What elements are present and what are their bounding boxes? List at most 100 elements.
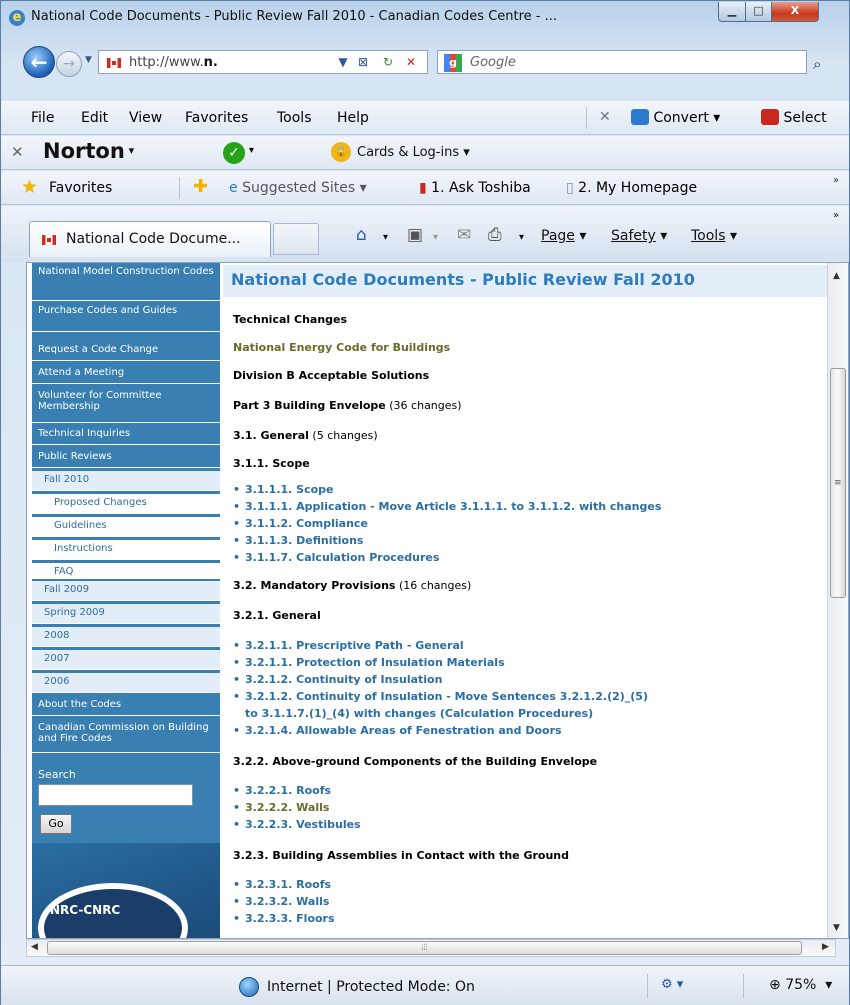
close-toolbar-icon[interactable]: ✕ [599, 109, 611, 125]
maximize-button[interactable]: □ [745, 2, 772, 22]
sidebar-item-fall-2010[interactable]: Fall 2010 [32, 471, 220, 491]
security-settings-icon[interactable]: ⚙ ▾ [661, 977, 683, 992]
sidebar-item-purchase-codes[interactable]: Purchase Codes and Guides [32, 302, 220, 332]
tools-menu[interactable]: Tools ▾ [691, 228, 737, 244]
tab-national-code[interactable]: National Code Docume... [29, 221, 271, 257]
sidebar-item-request-change[interactable]: Request a Code Change [32, 341, 220, 361]
close-button[interactable]: X [771, 2, 819, 22]
stop-icon[interactable]: ✕ [402, 53, 420, 71]
forward-arrow-icon[interactable]: → [56, 51, 82, 77]
back-arrow-icon[interactable]: ← [23, 46, 55, 78]
feeds-icon[interactable]: ▣ [407, 225, 423, 245]
url-dropdown-icon[interactable]: ▼ [334, 53, 352, 71]
sidebar-item-spring-2009[interactable]: Spring 2009 [32, 604, 220, 624]
scroll-down-icon[interactable]: ▼ [833, 923, 840, 933]
sidebar-item-volunteer[interactable]: Volunteer for Committee Membership [32, 387, 220, 423]
part3-heading: Part 3 Building Envelope (36 changes) [233, 399, 462, 412]
sidebar-item-guidelines[interactable]: Guidelines [32, 517, 220, 537]
nav-history-dropdown-icon[interactable]: ▼ [85, 55, 92, 65]
sidebar-item-about-codes[interactable]: About the Codes [32, 696, 220, 716]
sidebar-item-public-reviews[interactable]: Public Reviews [32, 448, 220, 468]
my-homepage-link[interactable]: ▯ 2. My Homepage [566, 180, 697, 196]
sidebar-item-instructions[interactable]: Instructions [32, 540, 220, 560]
convert-button[interactable]: Convert ▾ [631, 109, 720, 126]
sidebar-item-2006[interactable]: 2006 [32, 673, 220, 693]
sidebar-item-national-model-codes[interactable]: National Model Construction Codes [32, 263, 220, 301]
favorites-button[interactable]: Favorites [49, 180, 112, 196]
zoom-level[interactable]: ⊕ 75% ▾ [769, 977, 832, 993]
refresh-icon[interactable]: ↻ [379, 53, 397, 71]
list-item[interactable]: 3.1.1.2. Compliance [233, 515, 368, 532]
scroll-up-icon[interactable]: ▲ [833, 271, 840, 281]
list-item[interactable]: 3.2.2.2. Walls [233, 799, 329, 816]
scroll-right-icon[interactable]: ▶ [822, 942, 829, 952]
sidebar-item-fall-2009[interactable]: Fall 2009 [32, 581, 220, 601]
horizontal-scrollbar[interactable]: ◀ ⦙⦙⦙ ▶ [26, 939, 836, 957]
sidebar-nav: National Model Construction Codes Purcha… [32, 263, 220, 938]
menu-edit[interactable]: Edit [81, 110, 108, 126]
page-menu[interactable]: Page ▾ [541, 228, 586, 244]
sidebar-item-faq[interactable]: FAQ [32, 563, 220, 579]
menu-file[interactable]: File [31, 110, 54, 126]
list-item[interactable]: 3.1.1.1. Application - Move Article 3.1.… [233, 498, 661, 515]
search-input[interactable]: g Google [437, 50, 807, 74]
minimize-button[interactable]: ▁ [718, 2, 746, 22]
compatibility-view-icon[interactable]: ⊠ [354, 53, 372, 71]
select-button[interactable]: Select [761, 109, 827, 126]
s32-heading: 3.2. Mandatory Provisions (16 changes) [233, 579, 472, 592]
menu-help[interactable]: Help [337, 110, 369, 126]
sidebar-item-attend-meeting[interactable]: Attend a Meeting [32, 364, 220, 384]
list-item[interactable]: 3.2.2.3. Vestibules [233, 816, 361, 833]
norton-menu-button[interactable]: Norton ▾ [43, 139, 134, 163]
check-status-icon[interactable]: ✓ [223, 142, 245, 164]
list-item[interactable]: 3.2.1.2. Continuity of Insulation - Move… [233, 688, 648, 705]
list-item[interactable]: 3.2.3.1. Roofs [233, 876, 331, 893]
list-item[interactable]: 3.2.1.1. Prescriptive Path - General [233, 637, 464, 654]
list-item[interactable]: 3.1.1.1. Scope [233, 481, 333, 498]
horizontal-scroll-thumb[interactable]: ⦙⦙⦙ [47, 941, 802, 955]
list-item[interactable]: 3.2.3.3. Floors [233, 910, 334, 927]
suggested-sites-link[interactable]: e Suggested Sites ▾ [229, 180, 367, 196]
mail-icon[interactable]: ✉ [457, 225, 471, 245]
more-commands-icon[interactable]: » [833, 210, 839, 221]
list-item[interactable]: 3.2.1.2. Continuity of Insulation [233, 671, 442, 688]
ask-toshiba-link[interactable]: ▮ 1. Ask Toshiba [419, 180, 531, 196]
new-tab-button[interactable] [273, 223, 319, 255]
sidebar-item-technical-inquiries[interactable]: Technical Inquiries [32, 425, 220, 445]
add-favorite-icon[interactable]: ✚ [193, 176, 208, 197]
vertical-scrollbar[interactable]: ▲ ≡ ▼ [827, 263, 848, 938]
scroll-left-icon[interactable]: ◀ [31, 942, 38, 952]
home-icon[interactable]: ⌂ [356, 225, 367, 245]
list-item[interactable]: 3.1.1.7. Calculation Procedures [233, 549, 439, 566]
more-favorites-icon[interactable]: » [833, 175, 839, 186]
url-input[interactable]: http://www.n. ▼ ⊠ ↻ ✕ [98, 50, 428, 74]
sidebar-item-2007[interactable]: 2007 [32, 650, 220, 670]
list-item-continued[interactable]: to 3.1.1.7.(1)_(4) with changes (Calcula… [245, 705, 593, 722]
close-toolbar-icon[interactable]: ✕ [11, 143, 24, 161]
safety-menu[interactable]: Safety ▾ [611, 228, 667, 244]
list-item[interactable]: 3.2.1.4. Allowable Areas of Fenestration… [233, 722, 562, 739]
print-dropdown-icon[interactable]: ▾ [519, 232, 524, 243]
status-dropdown-icon[interactable]: ▾ [249, 145, 254, 156]
list-item[interactable]: 3.2.3.2. Walls [233, 893, 329, 910]
sidebar-item-proposed-changes[interactable]: Proposed Changes [32, 494, 220, 514]
menu-tools[interactable]: Tools [277, 110, 312, 126]
sidebar-item-2008[interactable]: 2008 [32, 627, 220, 647]
print-icon[interactable]: ⎙ [488, 225, 502, 245]
cards-logins-button[interactable]: Cards & Log-ins ▾ [357, 145, 470, 160]
menu-bar: File Edit View Favorites Tools Help ✕ Co… [1, 101, 849, 135]
browser-window: e National Code Documents - Public Revie… [0, 0, 850, 1005]
menu-favorites[interactable]: Favorites [185, 110, 248, 126]
convert-icon [631, 109, 649, 125]
menu-view[interactable]: View [129, 110, 162, 126]
list-item[interactable]: 3.2.2.1. Roofs [233, 782, 331, 799]
go-button[interactable]: Go [40, 814, 72, 834]
feeds-dropdown-icon[interactable]: ▾ [433, 232, 438, 243]
search-icon[interactable]: ⌕ [813, 55, 821, 73]
sidebar-item-commission[interactable]: Canadian Commission on Building and Fire… [32, 719, 220, 753]
site-search-input[interactable] [38, 784, 193, 806]
list-item[interactable]: 3.2.1.1. Protection of Insulation Materi… [233, 654, 505, 671]
list-item[interactable]: 3.1.1.3. Definitions [233, 532, 364, 549]
select-icon [761, 109, 779, 125]
home-dropdown-icon[interactable]: ▾ [383, 232, 388, 243]
